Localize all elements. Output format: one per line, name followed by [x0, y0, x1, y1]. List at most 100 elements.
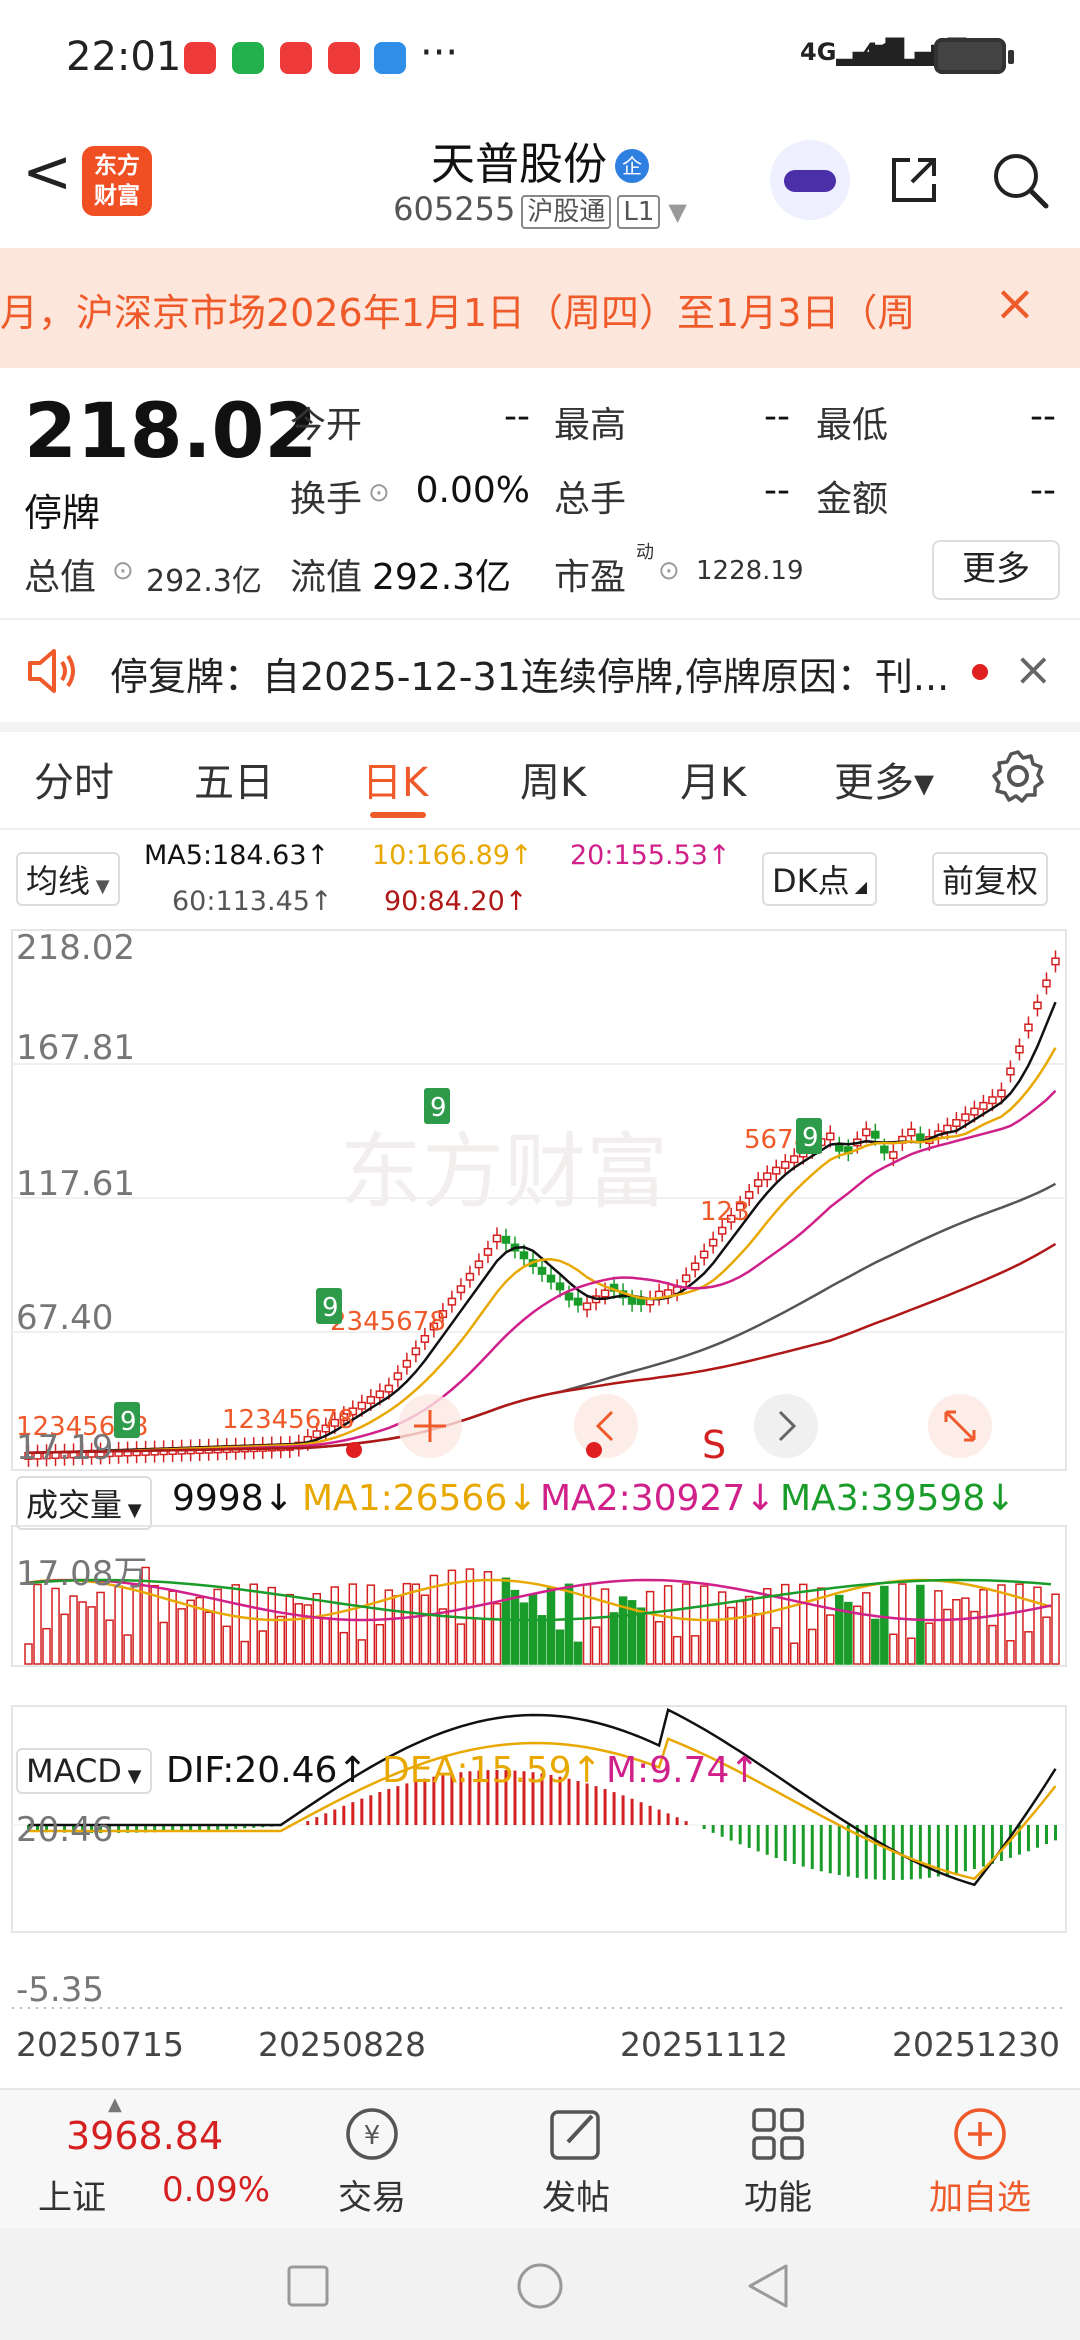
tab-more[interactable]: 更多▾ [834, 750, 934, 808]
info-icon-3[interactable]: ⊙ [658, 556, 680, 586]
nav-post[interactable]: 发帖 [506, 2170, 646, 2219]
ma90-value: 90:84.20↑ [384, 886, 528, 917]
candle [474, 1260, 484, 1269]
candle [916, 1133, 925, 1142]
prev-button[interactable] [574, 1394, 638, 1458]
next-button[interactable] [754, 1394, 818, 1458]
candle [573, 1297, 583, 1306]
volume-bar [537, 1615, 547, 1665]
volume-bar [988, 1624, 997, 1665]
robot-assistant-icon[interactable] [770, 140, 850, 220]
enterprise-badge-icon: 企 [615, 149, 649, 183]
volume-bar [33, 1583, 42, 1665]
high-label: 最高 [554, 405, 627, 446]
amount-label: 金额 [816, 479, 889, 520]
date-label-1: 20250715 [16, 2025, 184, 2064]
trade-icon[interactable]: ¥ [342, 2104, 402, 2164]
y-label-4: 67.40 [16, 1298, 114, 1338]
volume-bar [771, 1627, 781, 1665]
dk-point-button[interactable]: DK点 ◢ [762, 852, 878, 906]
volume-bar [186, 1599, 195, 1665]
candle [699, 1250, 709, 1259]
index-name[interactable]: 上证 [38, 2170, 106, 2219]
volume-bar [321, 1617, 331, 1665]
add-watchlist-icon[interactable] [950, 2104, 1010, 2164]
chevron-down-icon: ▼ [668, 198, 687, 226]
nav-add-watchlist[interactable]: 加自选 [910, 2170, 1050, 2219]
volume-bar [979, 1589, 988, 1665]
volume-bar [510, 1589, 520, 1665]
macd-select[interactable]: MACD ▼ [16, 1748, 152, 1794]
sequence-label: 123 [700, 1197, 750, 1227]
info-icon-2[interactable]: ⊙ [112, 556, 134, 586]
bottom-nav: ▲ 3968.84 上证 0.09% ¥ 交易 发帖 功能 加自选 [0, 2088, 1080, 2230]
volume-bar [762, 1588, 772, 1665]
macd-top-label: 20.46 [16, 1810, 114, 1850]
buy-dot-marker [346, 1442, 362, 1458]
index-value[interactable]: 3968.84 [66, 2114, 223, 2158]
nav-function[interactable]: 功能 [708, 2170, 848, 2219]
volume-bar [51, 1587, 60, 1665]
candle [889, 1151, 898, 1160]
candle [835, 1143, 844, 1152]
volume-bar [501, 1577, 511, 1665]
volume-select[interactable]: 成交量 ▼ [16, 1476, 152, 1530]
volume-ma3: MA3:39598↓ [780, 1478, 1016, 1519]
date-label-4: 20251230 [892, 2025, 1060, 2064]
volume-bar [366, 1584, 376, 1665]
index-change[interactable]: 0.09% [162, 2170, 270, 2210]
volume-bar [357, 1639, 367, 1665]
volume-bar [1042, 1616, 1051, 1665]
candle [546, 1274, 556, 1283]
candle [690, 1262, 700, 1271]
tab-weekly-k[interactable]: 周K [520, 750, 586, 808]
unread-dot [972, 664, 988, 680]
tab-monthly-k[interactable]: 月K [680, 750, 746, 808]
search-icon[interactable] [990, 150, 1050, 210]
macd-m: M:9.74↑ [606, 1750, 760, 1791]
candle [1051, 957, 1060, 966]
candle [997, 1089, 1006, 1098]
chart-canvas[interactable]: 东方财富 12345678 12345678234567812356789999 … [0, 920, 1080, 2030]
candle [1024, 1023, 1033, 1032]
post-icon[interactable] [546, 2104, 606, 2164]
volume-bar [952, 1599, 961, 1665]
volume-bar [961, 1597, 970, 1665]
holiday-banner[interactable]: 月，沪深京市场2026年1月1日（周四）至1月3日（周 × [0, 248, 1080, 368]
hk-connect-tag: 沪股通 [521, 195, 612, 229]
open-label: 今开 [290, 405, 363, 446]
tab-five-day[interactable]: 五日 [194, 750, 274, 808]
gear-icon[interactable] [990, 748, 1046, 804]
info-icon[interactable]: ⊙ [368, 478, 390, 508]
indicator-select[interactable]: 均线 ▼ [16, 852, 120, 906]
banner-close-icon[interactable]: × [994, 274, 1036, 332]
volume-bar [276, 1615, 286, 1665]
battery-icon [934, 38, 1014, 74]
candle [979, 1101, 988, 1110]
recents-icon[interactable] [286, 2264, 330, 2308]
tab-daily-k[interactable]: 日K [362, 750, 428, 808]
notice-close-icon[interactable]: × [1014, 642, 1053, 696]
share-icon[interactable] [888, 154, 940, 206]
divider-3 [0, 828, 1080, 830]
volume-bar [159, 1621, 168, 1665]
candle [952, 1118, 961, 1127]
function-grid-icon[interactable] [748, 2104, 808, 2164]
weather-app-icon [374, 42, 406, 74]
back-nav-icon[interactable] [746, 2262, 790, 2310]
volume-bar [546, 1587, 556, 1665]
volume-bar [645, 1590, 655, 1665]
forward-adjust-button[interactable]: 前复权 [932, 852, 1049, 906]
halt-notice[interactable]: 停复牌：自2025-12-31连续停牌,停牌原因：刊... × [0, 622, 1080, 722]
sell-s-marker: S [702, 1423, 726, 1467]
total-cap-value: 292.3亿 [146, 564, 262, 599]
more-button[interactable]: 更多 [932, 540, 1060, 600]
banner-text: 月，沪深京市场2026年1月1日（周四）至1月3日（周 [0, 291, 916, 335]
home-icon[interactable] [516, 2262, 564, 2310]
notice-text: 停复牌：自2025-12-31连续停牌,停牌原因：刊... [110, 655, 950, 699]
tab-intraday[interactable]: 分时 [34, 750, 114, 808]
macd-bottom-label: -5.35 [16, 1970, 104, 2010]
macd-dif: DIF:20.46↑ [166, 1750, 368, 1791]
nav-trade[interactable]: 交易 [302, 2170, 442, 2219]
sequence-label: 2345678 [330, 1307, 446, 1337]
